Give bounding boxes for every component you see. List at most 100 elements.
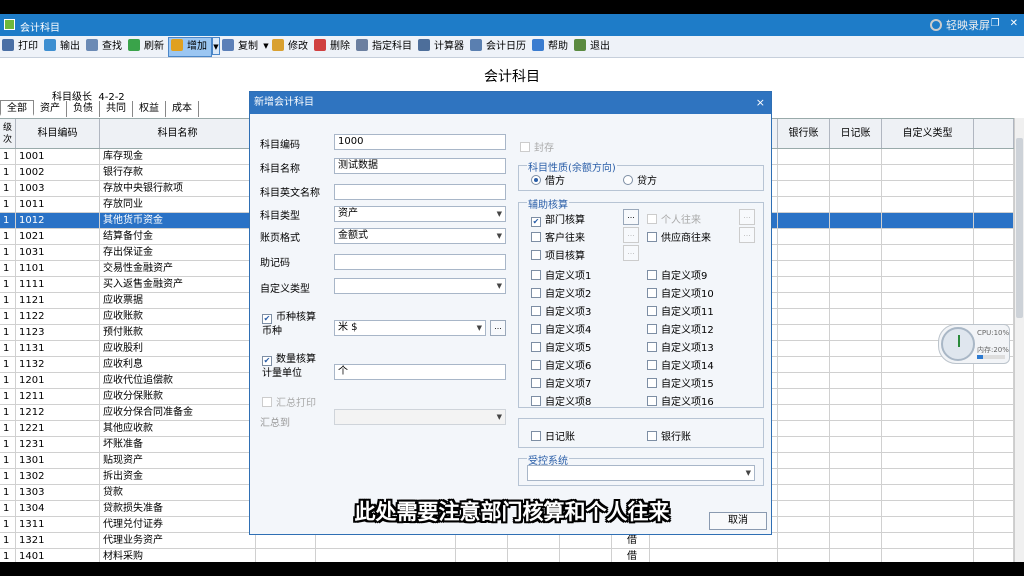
sealed-checkbox[interactable]: 封存	[520, 139, 554, 154]
table-row[interactable]: 1 1321 代理业务资产 借	[0, 533, 1014, 549]
cell-code: 1011	[16, 197, 100, 212]
table-cell	[778, 549, 830, 562]
toolbar-edit-button[interactable]: 修改	[270, 37, 312, 57]
code-input[interactable]: 1000	[334, 134, 506, 150]
column-header[interactable]: 级次	[0, 119, 16, 148]
format-value: 金额式	[338, 230, 368, 241]
type-select[interactable]: 资产 ▼	[334, 206, 506, 222]
column-header[interactable]: 科目编码	[16, 119, 100, 148]
toolbar-find-button[interactable]: 查找	[84, 37, 126, 57]
name-input[interactable]: 测试数据	[334, 158, 506, 174]
table-cell	[830, 245, 882, 260]
table-cell	[882, 165, 974, 180]
toolbar-calculator-button[interactable]: 计算器	[416, 37, 468, 57]
help-icon	[532, 39, 544, 51]
table-cell	[778, 261, 830, 276]
dept-browse-button[interactable]: ...	[623, 209, 639, 225]
column-header[interactable]: 日记账	[830, 119, 882, 148]
bank-checkbox[interactable]: 银行账	[647, 428, 691, 443]
custom-item-checkbox[interactable]: 自定义项11	[647, 303, 714, 318]
table-cell	[456, 533, 508, 548]
tab-1[interactable]: 资产	[34, 101, 67, 117]
journal-checkbox[interactable]: 日记账	[531, 428, 575, 443]
unit-input[interactable]: 个	[334, 364, 506, 380]
supplier-browse-button[interactable]: ...	[739, 227, 755, 243]
radio-selected-icon	[531, 175, 541, 185]
chevron-down-icon[interactable]: ▼	[212, 37, 220, 55]
toolbar-calendar-button[interactable]: 会计日历	[468, 37, 530, 57]
custom-item-checkbox[interactable]: 自定义项3	[531, 303, 591, 318]
custom-item-checkbox[interactable]: 自定义项14	[647, 357, 714, 372]
cell-code: 1131	[16, 341, 100, 356]
restore-icon[interactable]: ❐	[991, 18, 1000, 29]
tab-5[interactable]: 成本	[166, 101, 199, 117]
toolbar-help-button[interactable]: 帮助	[530, 37, 572, 57]
table-cell	[974, 549, 1014, 562]
cpu-usage: CPU:10%	[977, 329, 1010, 337]
credit-radio[interactable]: 贷方	[623, 172, 657, 187]
tab-4[interactable]: 权益	[133, 101, 166, 117]
custom-item-checkbox[interactable]: 自定义项12	[647, 321, 714, 336]
column-header[interactable]: 银行账	[778, 119, 830, 148]
project-checkbox[interactable]: 项目核算	[531, 247, 585, 262]
table-row[interactable]: 1 1401 材料采购 借	[0, 549, 1014, 562]
debit-radio[interactable]: 借方	[531, 172, 565, 187]
format-select[interactable]: 金额式 ▼	[334, 228, 506, 244]
summary-print-checkbox[interactable]: 汇总打印	[262, 394, 316, 409]
personal-browse-button[interactable]: ...	[739, 209, 755, 225]
custom-item-checkbox[interactable]: 自定义项15	[647, 375, 714, 390]
custom-item-checkbox[interactable]: 自定义项13	[647, 339, 714, 354]
cell-name: 应收分保合同准备金	[100, 405, 256, 420]
custom-item-checkbox[interactable]: 自定义项4	[531, 321, 591, 336]
checkbox-icon	[647, 360, 657, 370]
control-system-select[interactable]: ▼	[527, 465, 755, 481]
debit-label: 借方	[545, 176, 565, 187]
table-cell	[316, 549, 456, 562]
scrollbar-thumb[interactable]	[1016, 138, 1023, 318]
toolbar-printer-button[interactable]: 打印	[0, 37, 42, 57]
tab-0[interactable]: 全部	[0, 100, 34, 116]
toolbar-refresh-button[interactable]: 刷新	[126, 37, 168, 57]
name-label: 科目名称	[260, 164, 300, 175]
column-header[interactable]: 科目名称	[100, 119, 256, 148]
tab-3[interactable]: 共同	[100, 101, 133, 117]
toolbar-export-button[interactable]: 输出	[42, 37, 84, 57]
close-window-icon[interactable]: ✕	[1010, 18, 1018, 29]
custom-item-checkbox[interactable]: 自定义项10	[647, 285, 714, 300]
toolbar-add-button[interactable]: 增加	[168, 37, 212, 57]
dept-checkbox[interactable]: ✔ 部门核算	[531, 211, 585, 227]
system-monitor-widget: CPU:10% 内存:20%	[938, 324, 1010, 364]
toolbar-exit-button[interactable]: 退出	[572, 37, 614, 57]
custom-item-checkbox[interactable]: 自定义项2	[531, 285, 591, 300]
personal-checkbox[interactable]: 个人往来	[647, 211, 701, 226]
custom-item-checkbox[interactable]: 自定义项5	[531, 339, 591, 354]
custom-type-select[interactable]: ▼	[334, 278, 506, 294]
customer-checkbox[interactable]: 客户往来	[531, 229, 585, 244]
dialog-close-icon[interactable]: ×	[756, 92, 765, 114]
chevron-down-icon: ▼	[745, 469, 751, 477]
toolbar-copy-button[interactable]: 复制	[220, 37, 262, 57]
custom-item-checkbox[interactable]: 自定义项7	[531, 375, 591, 390]
custom-item-checkbox[interactable]: 自定义项6	[531, 357, 591, 372]
checkbox-icon	[531, 431, 541, 441]
english-name-input[interactable]	[334, 184, 506, 200]
table-cell	[974, 405, 1014, 420]
custom-item-checkbox[interactable]: 自定义项1	[531, 267, 591, 282]
customer-browse-button[interactable]: ...	[623, 227, 639, 243]
currency-browse-button[interactable]: ...	[490, 320, 506, 336]
table-cell	[882, 309, 974, 324]
project-browse-button[interactable]: ...	[623, 245, 639, 261]
column-header[interactable]: 自定义类型	[882, 119, 974, 148]
column-header[interactable]	[974, 119, 1014, 148]
chevron-down-icon[interactable]: ▼	[262, 37, 270, 55]
toolbar-delete-button[interactable]: 删除	[312, 37, 354, 57]
tab-2[interactable]: 负债	[67, 101, 100, 117]
mnemonic-input[interactable]	[334, 254, 506, 270]
toolbar-assign-button[interactable]: 指定科目	[354, 37, 416, 57]
summary-to-select[interactable]: ▼	[334, 409, 506, 425]
currency-select[interactable]: 米 $ ▼	[334, 320, 486, 336]
custom-item-checkbox[interactable]: 自定义项16	[647, 393, 714, 408]
custom-item-checkbox[interactable]: 自定义项8	[531, 393, 591, 408]
custom-item-checkbox[interactable]: 自定义项9	[647, 267, 707, 282]
supplier-checkbox[interactable]: 供应商往来	[647, 229, 711, 244]
